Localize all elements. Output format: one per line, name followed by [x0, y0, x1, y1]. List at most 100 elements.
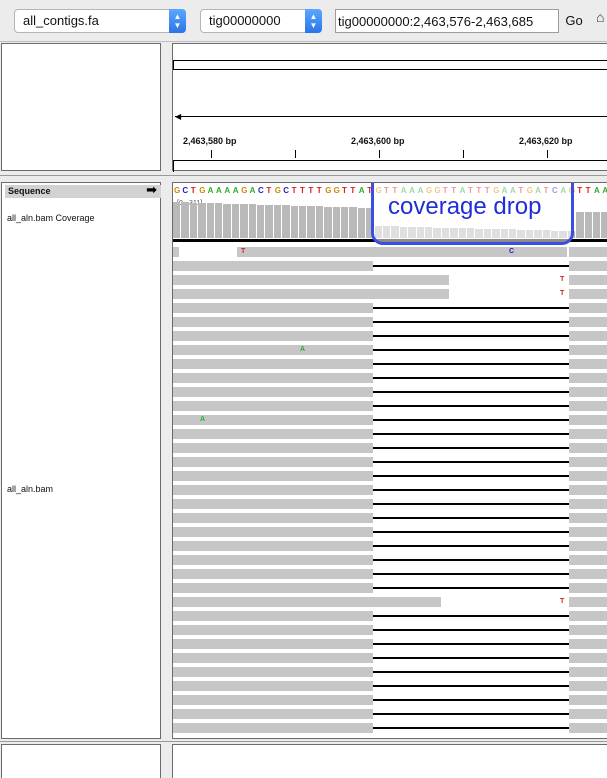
read[interactable]	[569, 569, 607, 579]
read[interactable]	[173, 457, 373, 467]
read[interactable]	[569, 247, 607, 257]
read[interactable]	[569, 583, 607, 593]
ruler-tick	[211, 150, 212, 158]
read[interactable]	[569, 639, 607, 649]
sequence-base: T	[190, 186, 196, 195]
alignment-track-label[interactable]: all_aln.bam	[7, 484, 53, 494]
read[interactable]	[173, 387, 373, 397]
go-button[interactable]: Go	[561, 9, 587, 33]
read[interactable]	[569, 303, 607, 313]
ruler-tick	[379, 150, 380, 158]
read[interactable]	[173, 359, 373, 369]
deletion-gap	[373, 713, 569, 715]
read[interactable]	[569, 513, 607, 523]
read[interactable]	[569, 387, 607, 397]
read[interactable]	[173, 345, 373, 355]
read[interactable]	[569, 359, 607, 369]
sequence-base: G	[325, 186, 332, 195]
read[interactable]	[569, 345, 607, 355]
read[interactable]	[173, 471, 373, 481]
read[interactable]	[569, 331, 607, 341]
coverage-bar	[307, 206, 315, 238]
read[interactable]	[569, 457, 607, 467]
read[interactable]	[173, 583, 373, 593]
read[interactable]	[569, 653, 607, 663]
read[interactable]	[569, 443, 607, 453]
coverage-bar	[223, 203, 231, 238]
read[interactable]	[569, 667, 607, 677]
mismatch-base: A	[200, 416, 206, 423]
read[interactable]	[569, 317, 607, 327]
read[interactable]	[569, 695, 607, 705]
deletion-gap	[373, 587, 569, 589]
read[interactable]	[569, 625, 607, 635]
read[interactable]	[173, 499, 373, 509]
read[interactable]	[237, 247, 567, 257]
read[interactable]	[569, 723, 607, 733]
sequence-base: A	[602, 186, 607, 195]
read[interactable]	[173, 695, 373, 705]
chromosome-select[interactable]: tig00000000 ▲ ▼	[200, 9, 322, 33]
read[interactable]	[173, 401, 373, 411]
read[interactable]	[569, 429, 607, 439]
read[interactable]	[173, 513, 373, 523]
ruler-label-1: 2,463,580 bp	[183, 136, 237, 146]
read[interactable]	[569, 471, 607, 481]
read[interactable]	[173, 317, 373, 327]
alignment-track[interactable]: TCTTAAT	[173, 247, 607, 738]
panel-divider[interactable]	[0, 741, 607, 742]
read[interactable]	[173, 653, 373, 663]
region-line	[175, 116, 607, 117]
igv-window: all_contigs.fa ▲ ▼ tig00000000 ▲ ▼ tig0000…	[0, 0, 607, 778]
read[interactable]	[173, 597, 441, 607]
read[interactable]	[569, 289, 607, 299]
read[interactable]	[173, 639, 373, 649]
read[interactable]	[173, 429, 373, 439]
read[interactable]	[173, 625, 373, 635]
read[interactable]	[173, 289, 449, 299]
read[interactable]	[569, 261, 607, 271]
deletion-gap	[373, 349, 569, 351]
read[interactable]	[173, 611, 373, 621]
read[interactable]	[173, 443, 373, 453]
read[interactable]	[173, 527, 373, 537]
read[interactable]	[173, 723, 373, 733]
deletion-gap	[373, 265, 569, 267]
read[interactable]	[173, 681, 373, 691]
sequence-track-label[interactable]: Sequence ➡	[5, 182, 161, 198]
read[interactable]	[173, 261, 373, 271]
home-icon[interactable]: ⌂	[596, 9, 604, 25]
read[interactable]	[173, 373, 373, 383]
strand-arrow-icon[interactable]: ➡	[146, 182, 157, 198]
coverage-track-label[interactable]: all_aln.bam Coverage	[7, 213, 95, 223]
read[interactable]	[569, 709, 607, 719]
read[interactable]	[569, 499, 607, 509]
read[interactable]	[173, 275, 449, 285]
read[interactable]	[569, 541, 607, 551]
read[interactable]	[173, 331, 373, 341]
read[interactable]	[569, 401, 607, 411]
sequence-base: A	[232, 186, 239, 195]
read[interactable]	[173, 667, 373, 677]
read[interactable]	[569, 527, 607, 537]
read[interactable]	[569, 373, 607, 383]
read[interactable]	[569, 485, 607, 495]
read[interactable]	[569, 597, 607, 607]
genome-select[interactable]: all_contigs.fa ▲ ▼	[14, 9, 186, 33]
read[interactable]	[173, 303, 373, 313]
sequence-base: A	[594, 186, 600, 195]
read[interactable]	[173, 247, 179, 257]
read[interactable]	[173, 569, 373, 579]
read[interactable]	[173, 485, 373, 495]
chromosome-ideogram[interactable]	[173, 60, 607, 70]
read[interactable]	[569, 275, 607, 285]
read[interactable]	[569, 681, 607, 691]
panel-divider[interactable]	[0, 175, 607, 176]
read[interactable]	[173, 541, 373, 551]
read[interactable]	[569, 611, 607, 621]
read[interactable]	[569, 415, 607, 425]
read[interactable]	[173, 555, 373, 565]
read[interactable]	[569, 555, 607, 565]
read[interactable]	[173, 709, 373, 719]
locus-input[interactable]: tig00000000:2,463,576-2,463,685	[335, 9, 559, 33]
